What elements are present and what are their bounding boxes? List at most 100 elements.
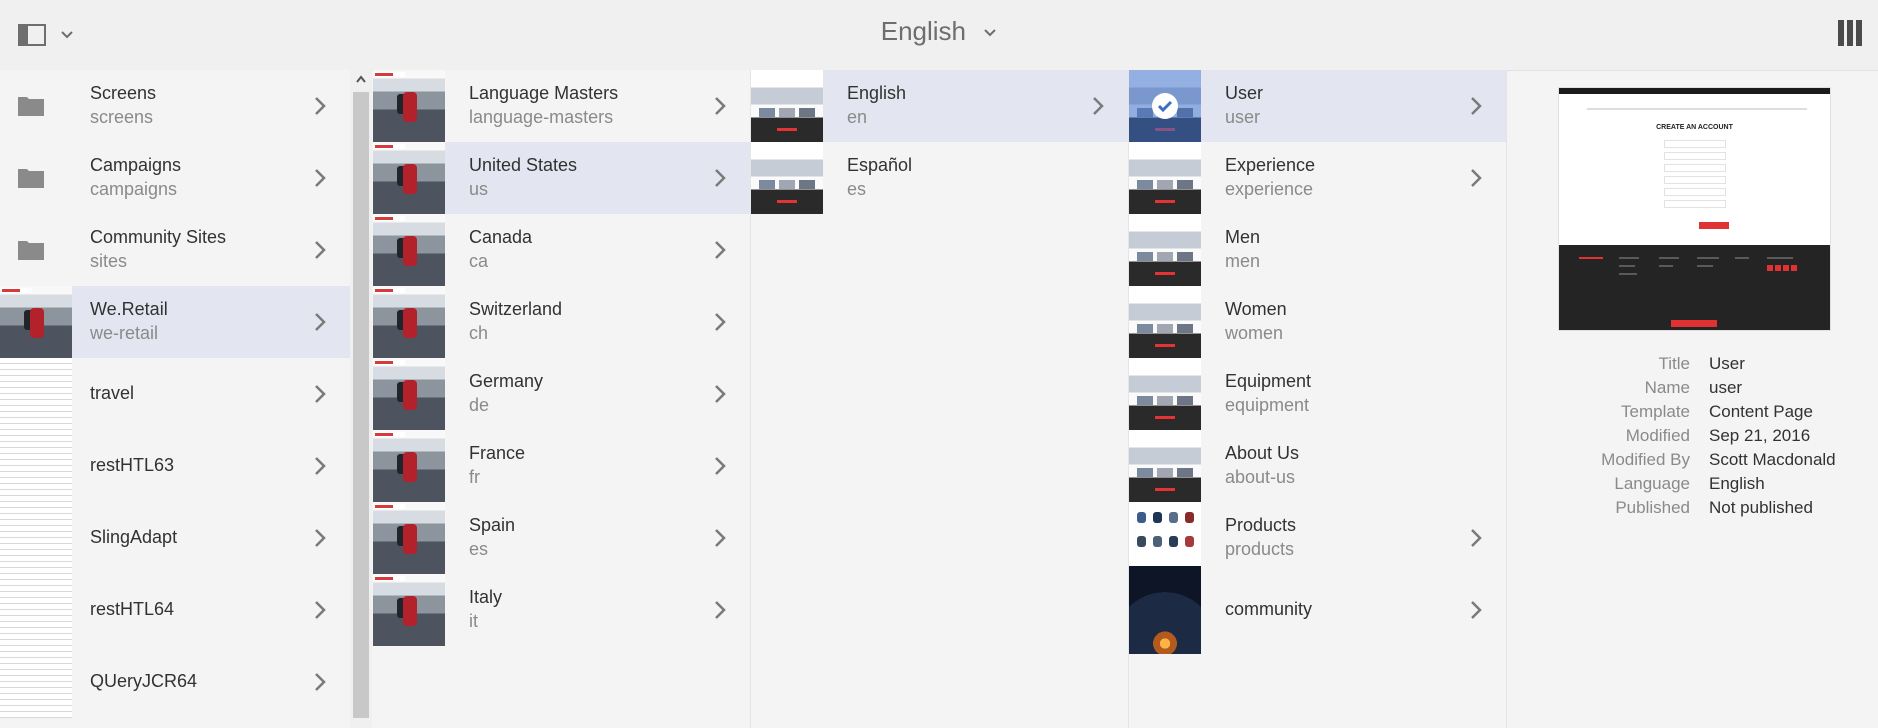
property-row: Title User xyxy=(1559,354,1869,378)
page-title-dropdown[interactable]: English xyxy=(0,16,1878,47)
column-view-button[interactable] xyxy=(1838,20,1862,51)
list-item[interactable]: Screens screens xyxy=(0,70,350,142)
chevron-right-icon xyxy=(715,313,726,331)
list-item[interactable]: France fr xyxy=(373,430,750,502)
selection-overlay xyxy=(1129,70,1201,142)
page-thumbnail xyxy=(1129,214,1201,286)
item-title: Experience xyxy=(1225,155,1316,175)
item-title: QUeryJCR64 xyxy=(90,671,198,691)
list-item[interactable]: QUeryJCR64 xyxy=(0,646,350,718)
list-item[interactable]: Campaigns campaigns xyxy=(0,142,350,214)
item-name: es xyxy=(469,539,489,559)
item-title: Community Sites xyxy=(90,227,227,247)
page-thumbnail xyxy=(373,358,445,430)
list-item[interactable]: Canada ca xyxy=(373,214,750,286)
property-value: User xyxy=(1709,354,1745,373)
list-item[interactable]: Language Masters language-masters xyxy=(373,70,750,142)
page-thumbnail xyxy=(373,286,445,358)
chevron-right-icon xyxy=(315,385,326,403)
item-name: sites xyxy=(90,251,128,271)
page-properties: Title User Name user Template Content Page … xyxy=(1559,354,1869,522)
chevron-right-icon xyxy=(715,169,726,187)
list-item[interactable]: User user xyxy=(1129,70,1506,142)
property-row: Modified By Scott Macdonald xyxy=(1559,450,1869,474)
item-title: restHTL63 xyxy=(90,455,175,475)
chevron-right-icon xyxy=(1471,97,1482,115)
item-name: about-us xyxy=(1225,467,1296,487)
preview-topbar xyxy=(1559,88,1830,94)
item-name: ca xyxy=(469,251,489,271)
list-item[interactable]: United States us xyxy=(373,142,750,214)
item-title: Italy xyxy=(469,587,503,607)
list-item[interactable]: Experience experience xyxy=(1129,142,1506,214)
top-bar: English xyxy=(0,0,1878,71)
chevron-right-icon xyxy=(715,601,726,619)
scrollbar-thumb[interactable] xyxy=(353,92,369,718)
preview-field xyxy=(1664,164,1726,172)
property-row: Modified Sep 21, 2016 xyxy=(1559,426,1869,450)
list-item[interactable]: About Us about-us xyxy=(1129,430,1506,502)
chevron-right-icon xyxy=(715,529,726,547)
list-item[interactable]: Products products xyxy=(1129,502,1506,574)
chevron-right-icon xyxy=(715,457,726,475)
list-item[interactable]: Switzerland ch xyxy=(373,286,750,358)
column-sites: Screens screens Campaigns campaigns Comm… xyxy=(0,70,350,728)
item-name: women xyxy=(1225,323,1284,343)
list-item[interactable]: Men men xyxy=(1129,214,1506,286)
list-item[interactable]: restHTL64 xyxy=(0,574,350,646)
preview-back-to-top xyxy=(1671,320,1717,327)
chevron-up-icon xyxy=(356,75,366,83)
page-thumbnail xyxy=(373,502,445,574)
item-title: User xyxy=(1225,83,1264,103)
item-name: men xyxy=(1225,251,1261,271)
checkmark-icon xyxy=(1152,93,1178,119)
item-name: es xyxy=(847,179,867,199)
item-title: Campaigns xyxy=(90,155,182,175)
preview-footer xyxy=(1559,245,1830,330)
chevron-right-icon xyxy=(715,241,726,259)
item-title: About Us xyxy=(1225,443,1300,463)
property-value: Not published xyxy=(1709,498,1813,517)
item-title: United States xyxy=(469,155,578,175)
list-item[interactable]: Women women xyxy=(1129,286,1506,358)
column-countries: Language Masters language-masters United… xyxy=(373,70,750,728)
property-key: Language xyxy=(1614,474,1690,493)
chevron-right-icon xyxy=(315,241,326,259)
column-scrollbar[interactable] xyxy=(350,70,372,728)
list-item[interactable]: Español es xyxy=(751,142,1128,214)
list-item[interactable]: SlingAdapt xyxy=(0,502,350,574)
item-title: We.Retail xyxy=(90,299,168,319)
page-thumbnail xyxy=(751,70,823,142)
list-item[interactable]: English en xyxy=(751,70,1128,142)
chevron-right-icon xyxy=(315,169,326,187)
list-item[interactable]: Equipment equipment xyxy=(1129,358,1506,430)
property-key: Title xyxy=(1658,354,1691,373)
item-name: campaigns xyxy=(90,179,178,199)
property-value: Scott Macdonald xyxy=(1709,450,1836,469)
item-title: Germany xyxy=(469,371,544,391)
page-thumbnail xyxy=(1129,358,1201,430)
page-thumbnail xyxy=(0,502,72,574)
list-item[interactable]: restHTL63 xyxy=(0,430,350,502)
list-item[interactable]: Germany de xyxy=(373,358,750,430)
item-title: Español xyxy=(847,155,913,175)
page-thumbnail xyxy=(1129,502,1201,574)
item-title: Equipment xyxy=(1225,371,1312,391)
page-thumbnail xyxy=(0,574,72,646)
list-item[interactable]: Spain es xyxy=(373,502,750,574)
page-thumbnail xyxy=(1129,566,1201,654)
item-name: screens xyxy=(90,107,154,127)
item-name: de xyxy=(469,395,490,415)
item-name: fr xyxy=(469,467,480,487)
preview-field xyxy=(1664,176,1726,184)
item-name: ch xyxy=(469,323,489,343)
list-item[interactable]: community xyxy=(1129,566,1506,654)
list-item[interactable]: We.Retail we-retail xyxy=(0,286,350,358)
item-title: Products xyxy=(1225,515,1297,535)
list-item[interactable]: Community Sites sites xyxy=(0,214,350,286)
list-item[interactable]: travel xyxy=(0,358,350,430)
list-item[interactable]: Italy it xyxy=(373,574,750,646)
item-title: community xyxy=(1225,599,1313,619)
page-thumbnail xyxy=(751,142,823,214)
chevron-right-icon xyxy=(1471,601,1482,619)
